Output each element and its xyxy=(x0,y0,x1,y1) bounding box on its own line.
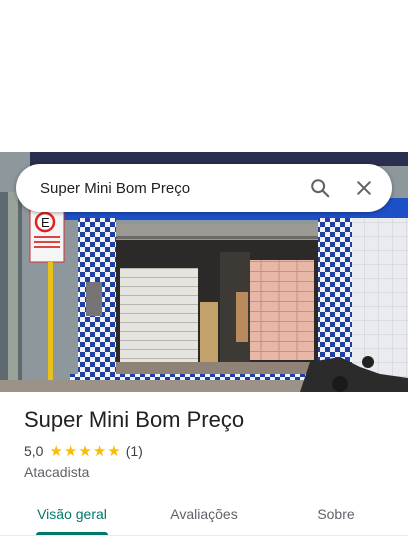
rating-row[interactable]: 5,0 ★ ★ ★ ★ ★ (1) xyxy=(24,443,143,459)
place-category: Atacadista xyxy=(24,464,90,480)
star-icon: ★ xyxy=(49,442,63,460)
star-icon: ★ xyxy=(63,442,78,460)
search-input[interactable]: Super Mini Bom Preço xyxy=(16,180,300,197)
star-icon: ★ xyxy=(92,442,107,460)
rating-stars: ★ ★ ★ ★ ★ xyxy=(49,444,121,459)
tab-overview[interactable]: Visão geral xyxy=(24,492,120,536)
place-tabs: Visão geral Avaliações Sobre xyxy=(0,492,408,536)
tabs-divider xyxy=(0,535,408,536)
map-blank-area xyxy=(0,0,408,152)
svg-text:E: E xyxy=(41,215,50,230)
close-icon[interactable] xyxy=(344,168,384,208)
review-count[interactable]: (1) xyxy=(126,443,143,459)
place-title: Super Mini Bom Preço xyxy=(24,407,245,432)
search-icon[interactable] xyxy=(300,168,340,208)
star-icon: ★ xyxy=(78,442,92,460)
tab-reviews[interactable]: Avaliações xyxy=(156,492,252,536)
star-icon: ★ xyxy=(107,442,121,460)
tab-about[interactable]: Sobre xyxy=(288,492,384,536)
rating-value: 5,0 xyxy=(24,443,44,459)
search-bar[interactable]: Super Mini Bom Preço xyxy=(16,164,392,212)
